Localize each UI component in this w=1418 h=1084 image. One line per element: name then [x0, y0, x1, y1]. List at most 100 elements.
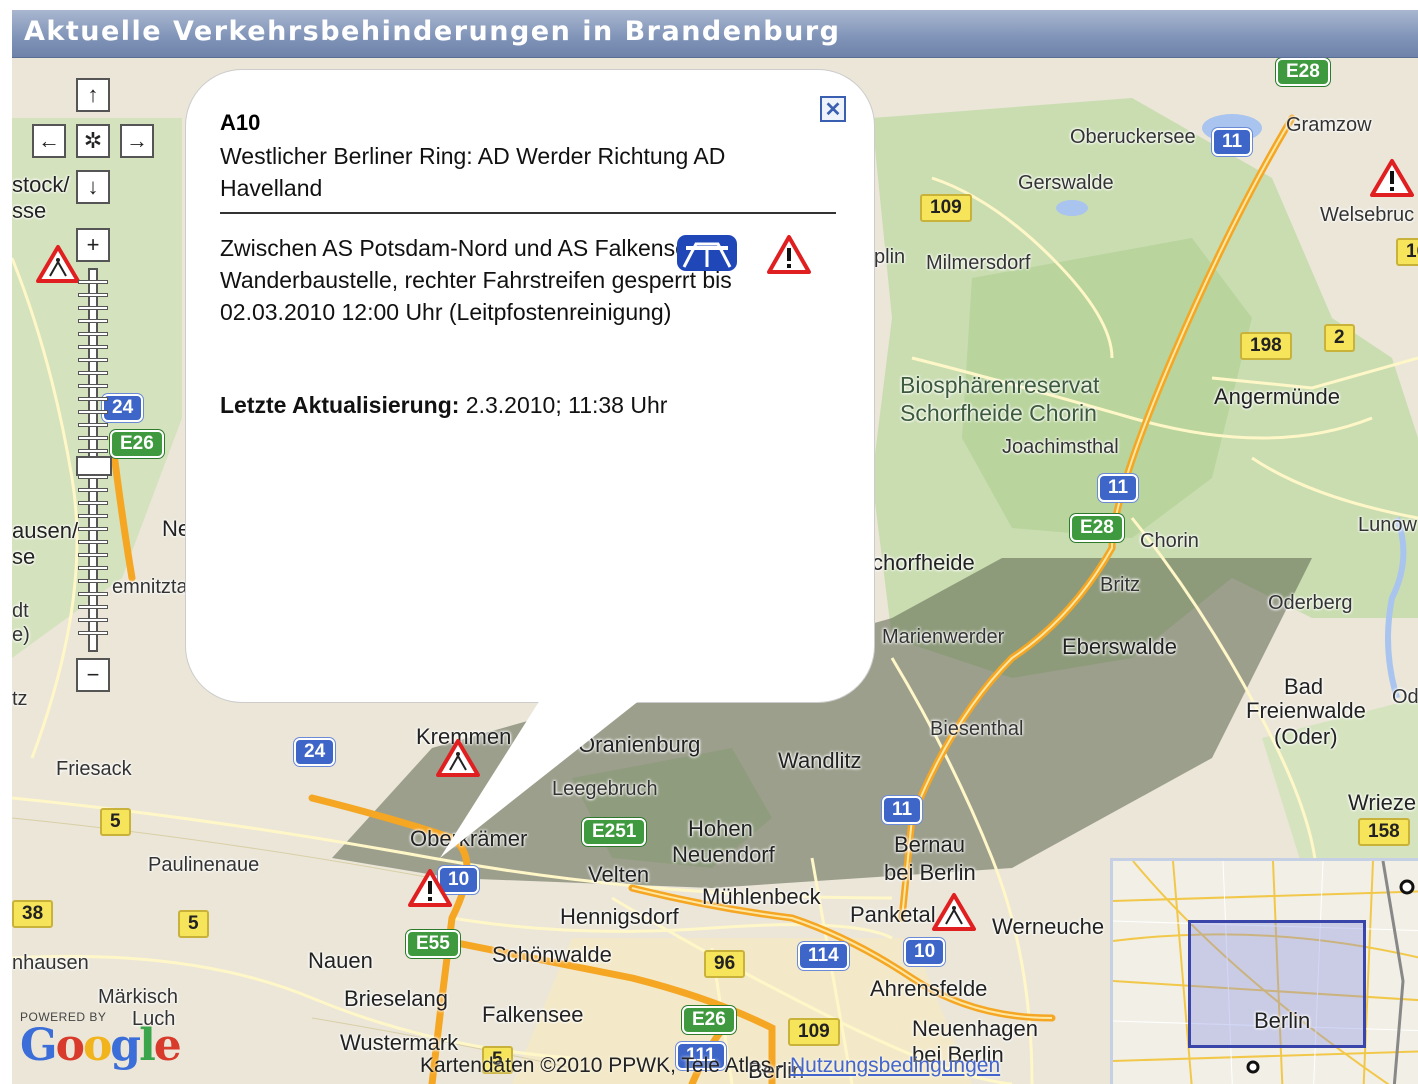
- place-label: Schorfheide Chorin: [900, 400, 1097, 426]
- zoom-tick: [78, 423, 108, 427]
- place-label: se: [12, 544, 36, 569]
- warning-marker-icon[interactable]: [408, 868, 452, 908]
- place-label: Wustermark: [340, 1030, 459, 1055]
- zoom-tick: [78, 384, 108, 388]
- place-label: chorfheide: [872, 550, 975, 575]
- google-logo[interactable]: POWERED BY Google: [20, 1010, 182, 1071]
- zoom-tick: [78, 579, 108, 583]
- place-label: Ahrensfelde: [870, 976, 988, 1001]
- zoom-in-button[interactable]: +: [76, 228, 110, 262]
- zoom-tick: [78, 553, 108, 557]
- road-shield: 158: [1358, 818, 1410, 846]
- road-shield: 38: [12, 900, 54, 928]
- pan-up-button[interactable]: ↑: [76, 78, 110, 112]
- zoom-tick: [78, 618, 108, 622]
- zoom-tick: [78, 449, 108, 453]
- zoom-tick: [78, 371, 108, 375]
- place-label: Oderberg: [1268, 592, 1353, 614]
- place-label: dt: [12, 600, 29, 622]
- place-label: Britz: [1100, 574, 1140, 596]
- zoom-tick: [78, 358, 108, 362]
- place-label: Leegebruch: [552, 778, 658, 800]
- road-shield: 10: [904, 938, 946, 966]
- popup-section: Westlicher Berliner Ring: AD Werder Rich…: [220, 143, 726, 201]
- google-wordmark: Google: [20, 1020, 182, 1071]
- road-shield: 16: [1396, 238, 1418, 266]
- arrow-left-icon: ←: [38, 128, 60, 153]
- place-label: Oberkrämer: [410, 826, 528, 851]
- pan-right-button[interactable]: →: [120, 124, 154, 158]
- place-label: Biosphärenreservat: [900, 372, 1100, 398]
- place-label: Werneuche: [992, 914, 1105, 939]
- place-label: Milmersdorf: [926, 252, 1031, 274]
- road-shield: 109: [788, 1018, 840, 1046]
- place-label: (Oder): [1274, 724, 1338, 749]
- zoom-tick: [78, 540, 108, 544]
- minus-icon: −: [86, 662, 100, 687]
- zoom-out-button[interactable]: −: [76, 658, 110, 692]
- pan-down-button[interactable]: ↓: [76, 170, 110, 204]
- place-label: Gramzow: [1286, 114, 1372, 136]
- zoom-tick: [78, 566, 108, 570]
- close-icon: ✕: [824, 98, 842, 121]
- window-title: Aktuelle Verkehrsbehinderungen in Brande…: [12, 10, 1418, 58]
- road-shield: 109: [920, 194, 972, 222]
- zoom-tick: [78, 319, 108, 323]
- place-label: Friesack: [56, 758, 132, 780]
- road-shield: 198: [1240, 332, 1292, 360]
- terms-link[interactable]: Nutzungsbedingungen: [790, 1054, 1000, 1077]
- road-shield: 96: [704, 950, 746, 978]
- place-label: nhausen: [12, 952, 89, 974]
- zoom-tick: [78, 306, 108, 310]
- road-shield: 5: [178, 910, 209, 938]
- road-shield: 11: [882, 796, 923, 824]
- zoom-tick: [78, 592, 108, 596]
- zoom-tick: [78, 332, 108, 336]
- place-label: Hohen: [688, 816, 753, 841]
- place-label: Marienwerder: [882, 626, 1005, 648]
- place-label: Bernau: [894, 832, 965, 857]
- place-label: plin: [874, 246, 906, 268]
- roadwork-marker-icon[interactable]: [436, 738, 480, 778]
- update-label: Letzte Aktualisierung:: [220, 392, 460, 418]
- warning-marker-icon[interactable]: [1370, 158, 1414, 198]
- pan-center-button[interactable]: ✲: [76, 124, 110, 158]
- road-shield: E26: [682, 1006, 736, 1034]
- popup-last-update: Letzte Aktualisierung: 2.3.2010; 11:38 U…: [220, 392, 667, 419]
- popup-road-title: A10: [220, 110, 261, 135]
- zoom-tick: [78, 605, 108, 609]
- place-label: Od: [1392, 686, 1418, 708]
- road-shield: E28: [1070, 514, 1124, 542]
- map-copyright: Kartendaten ©2010 PPWK, Tele Atlas - Nut…: [420, 1054, 1000, 1078]
- close-popup-button[interactable]: ✕: [820, 96, 846, 122]
- zoom-tick: [78, 436, 108, 440]
- arrow-up-icon: ↑: [87, 82, 99, 107]
- place-label: bei Berlin: [884, 860, 976, 885]
- road-shield: E251: [582, 818, 647, 846]
- zoom-tick: [78, 488, 108, 492]
- road-shield: 114: [798, 942, 849, 970]
- roadwork-marker-icon[interactable]: [932, 892, 976, 932]
- popup-divider: [220, 212, 836, 214]
- popup-description: Zwischen AS Potsdam-Nord und AS Falkense…: [220, 235, 732, 325]
- road-shield: 24: [294, 738, 336, 766]
- road-shield: 11: [1098, 474, 1139, 502]
- place-label: Märkisch: [98, 986, 179, 1008]
- road-shield: 2: [1324, 324, 1355, 352]
- autobahn-icon: [677, 235, 737, 271]
- place-label: emnitzta: [112, 576, 188, 598]
- road-shield: E28: [1276, 58, 1330, 86]
- zoom-slider-handle[interactable]: [76, 456, 112, 476]
- place-label: Bad: [1284, 674, 1324, 699]
- zoom-tick: [78, 514, 108, 518]
- center-icon: ✲: [83, 128, 103, 153]
- place-label: Lunow: [1358, 514, 1417, 536]
- roadwork-marker-icon[interactable]: [36, 244, 80, 284]
- place-label: Schönwalde: [492, 942, 612, 967]
- zoom-tick: [78, 293, 108, 297]
- road-shield: E26: [110, 430, 164, 458]
- pan-left-button[interactable]: ←: [32, 124, 66, 158]
- place-label: Chorin: [1140, 530, 1199, 552]
- place-label: Velten: [588, 862, 650, 887]
- road-shield: 5: [100, 808, 131, 836]
